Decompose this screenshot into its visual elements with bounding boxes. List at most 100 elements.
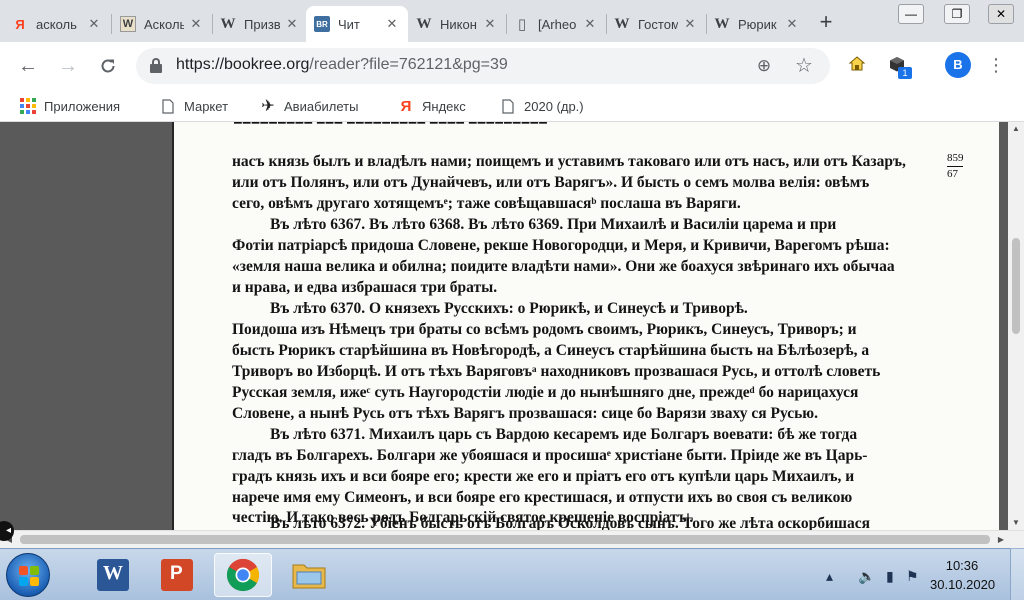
taskbar-chrome[interactable] xyxy=(214,553,272,597)
close-icon[interactable]: ✕ xyxy=(682,16,698,32)
close-icon: ✕ xyxy=(988,4,1014,24)
scroll-down-icon[interactable]: ▼ xyxy=(1008,516,1024,530)
bookmark-2020[interactable]: 2020 (др.) xyxy=(500,96,584,116)
extension-home-icon[interactable] xyxy=(846,55,868,77)
extension-cube-icon[interactable]: 1 xyxy=(886,55,912,79)
text-line: нарече имя ему Симеонъ, и вси бояре его … xyxy=(232,489,853,506)
bookmark-label: Приложения xyxy=(44,98,121,114)
volume-icon[interactable]: 🔈 xyxy=(858,568,875,585)
url-text[interactable]: https://bookree.org/reader?file=762121&p… xyxy=(176,56,508,74)
system-clock[interactable]: 10:36 30.10.2020 xyxy=(930,556,995,594)
margin-note-top: 859 xyxy=(947,152,964,164)
text-line: сего, овѣмъ другаго хотящемъᵉ; таже совѣ… xyxy=(232,195,741,212)
text-line: или отъ Полянъ, или отъ Дунайчевъ, или о… xyxy=(232,174,870,191)
start-button[interactable] xyxy=(6,553,50,597)
bookmark-yandex[interactable]: Я Яндекс xyxy=(398,96,466,116)
taskbar-explorer[interactable] xyxy=(280,553,338,597)
reload-button[interactable] xyxy=(94,52,122,80)
tab-5[interactable]: W Никон ✕ xyxy=(408,6,506,42)
back-button[interactable]: ← xyxy=(14,52,42,80)
tab-8[interactable]: W Рюрик ✕ xyxy=(706,6,808,42)
bookmark-apps[interactable]: Приложения xyxy=(20,96,120,116)
wikipedia-icon: W xyxy=(614,15,630,32)
text-line: Въ лѣто 6370. О князехъ Русскихъ: о Рюри… xyxy=(270,300,748,317)
flag-tray-icon[interactable]: ⚑ xyxy=(906,568,919,585)
close-icon[interactable]: ✕ xyxy=(86,16,102,32)
bookmark-label: Авиабилеты xyxy=(284,98,359,114)
page-icon xyxy=(500,98,516,114)
text-line: Фотіи патріарсѣ придоша Словене, рекше Н… xyxy=(232,237,890,254)
text-line: Въ лѣто 6372. Убіенъ бысть отъ Болгаръ О… xyxy=(270,515,870,530)
close-icon[interactable]: ✕ xyxy=(384,16,400,32)
browser-toolbar: ← → https://bookree.org/reader?file=7621… xyxy=(0,42,1024,90)
tab-1[interactable]: Я асколь ✕ xyxy=(4,6,110,42)
profile-avatar[interactable]: B xyxy=(945,52,971,78)
url-host: https://bookree.org xyxy=(176,56,310,73)
close-icon[interactable]: ✕ xyxy=(582,16,598,32)
vertical-scroll-thumb[interactable] xyxy=(1012,238,1020,334)
clock-time: 10:36 xyxy=(945,558,979,573)
apps-grid-icon xyxy=(20,98,36,114)
network-icon[interactable]: ▮ xyxy=(886,568,894,585)
horizontal-scrollbar[interactable]: ◀ ▶ xyxy=(0,530,1024,548)
close-icon[interactable]: ✕ xyxy=(284,16,300,32)
text-line: гладъ въ Болгарехъ. Болгари же убояшася … xyxy=(232,447,868,464)
text-line: Въ лѣто 6367. Въ лѣто 6368. Въ лѣто 6369… xyxy=(270,216,837,233)
wikipedia-icon: W xyxy=(714,15,730,32)
zoom-icon[interactable]: ⊕ xyxy=(752,54,776,78)
tab-title: Гостом xyxy=(638,16,678,32)
close-icon[interactable]: ✕ xyxy=(482,16,498,32)
tab-title: Призва xyxy=(244,16,280,32)
tab-7[interactable]: W Гостом ✕ xyxy=(606,6,706,42)
close-icon[interactable]: ✕ xyxy=(188,16,204,32)
tab-title: Асколь xyxy=(144,16,184,32)
taskbar-powerpoint[interactable]: P xyxy=(148,553,206,597)
scroll-right-icon[interactable]: ▶ xyxy=(994,531,1008,549)
tab-strip: Я асколь ✕ W Асколь ✕ W Призва ✕ BR Чит … xyxy=(0,0,1024,42)
scroll-up-icon[interactable]: ▲ xyxy=(1008,122,1024,136)
bookmark-label: Маркет xyxy=(184,98,229,114)
home-extension-icon xyxy=(848,56,866,71)
text-line: насъ князь былъ и владѣлъ нами; поищемъ … xyxy=(232,153,906,170)
reader-viewport[interactable]: ▀▀▀▀▀▀▀▀▀ ▀▀▀ ▀▀▀▀▀▀▀▀▀ ▀▀▀▀ ▀▀▀▀▀▀▀▀▀ 8… xyxy=(0,122,1024,530)
powerpoint-icon-letter: P xyxy=(170,563,183,584)
wikisource-icon: W xyxy=(120,16,136,32)
address-bar[interactable]: https://bookree.org/reader?file=762121&p… xyxy=(136,48,830,84)
plane-icon: ✈ xyxy=(261,98,275,115)
tab-title: Рюрик xyxy=(738,16,777,32)
chrome-icon xyxy=(226,558,260,592)
close-icon[interactable]: ✕ xyxy=(784,16,800,32)
word-icon: W xyxy=(97,559,129,591)
powerpoint-icon: P xyxy=(161,559,193,591)
minimize-icon: — xyxy=(898,4,924,24)
tab-4-active[interactable]: BR Чит ✕ xyxy=(306,6,408,42)
running-head-cropped: ▀▀▀▀▀▀▀▀▀ ▀▀▀ ▀▀▀▀▀▀▀▀▀ ▀▀▀▀ ▀▀▀▀▀▀▀▀▀ xyxy=(234,122,548,130)
tab-3[interactable]: W Призва ✕ xyxy=(212,6,308,42)
minimize-button[interactable]: — xyxy=(888,0,934,28)
tray-expand-icon[interactable]: ▴ xyxy=(826,568,833,585)
bookmark-star-icon[interactable]: ☆ xyxy=(792,54,816,78)
lock-icon xyxy=(150,58,162,74)
restore-icon: ❐ xyxy=(944,4,970,24)
book-page: ▀▀▀▀▀▀▀▀▀ ▀▀▀ ▀▀▀▀▀▀▀▀▀ ▀▀▀▀ ▀▀▀▀▀▀▀▀▀ 8… xyxy=(172,122,999,530)
tab-6[interactable]: ▯ [Arheo ✕ xyxy=(506,6,606,42)
show-desktop-button[interactable] xyxy=(1010,548,1024,600)
bookmark-aviabilety[interactable]: ✈ Авиабилеты xyxy=(260,96,358,116)
new-tab-button[interactable]: + xyxy=(812,9,840,37)
tab-title: асколь xyxy=(36,16,77,32)
restore-button[interactable]: ❐ xyxy=(934,0,980,28)
browser-menu-icon[interactable]: ⋮ xyxy=(986,52,1006,78)
horizontal-scroll-thumb[interactable] xyxy=(20,535,990,544)
bookmark-label: 2020 (др.) xyxy=(524,98,584,114)
wikipedia-icon: W xyxy=(416,15,432,32)
bookmark-market[interactable]: Маркет xyxy=(160,96,228,116)
vertical-scrollbar[interactable]: ▲ ▼ xyxy=(1008,122,1024,530)
text-line: Русская земля, ижеᶜ суть Наугородстіи лю… xyxy=(232,384,859,401)
text-line: и нрава, и едва избрашася три браты. xyxy=(232,279,498,296)
text-line: бысть Рюрикъ старѣйшина въ Новѣгородѣ, а… xyxy=(232,342,870,359)
text-line: градъ князь ихъ и вси бояре его; крести … xyxy=(232,468,855,485)
forward-button[interactable]: → xyxy=(54,52,82,80)
taskbar-word[interactable]: W xyxy=(84,553,142,597)
tab-2[interactable]: W Асколь ✕ xyxy=(112,6,212,42)
close-window-button[interactable]: ✕ xyxy=(978,0,1024,28)
